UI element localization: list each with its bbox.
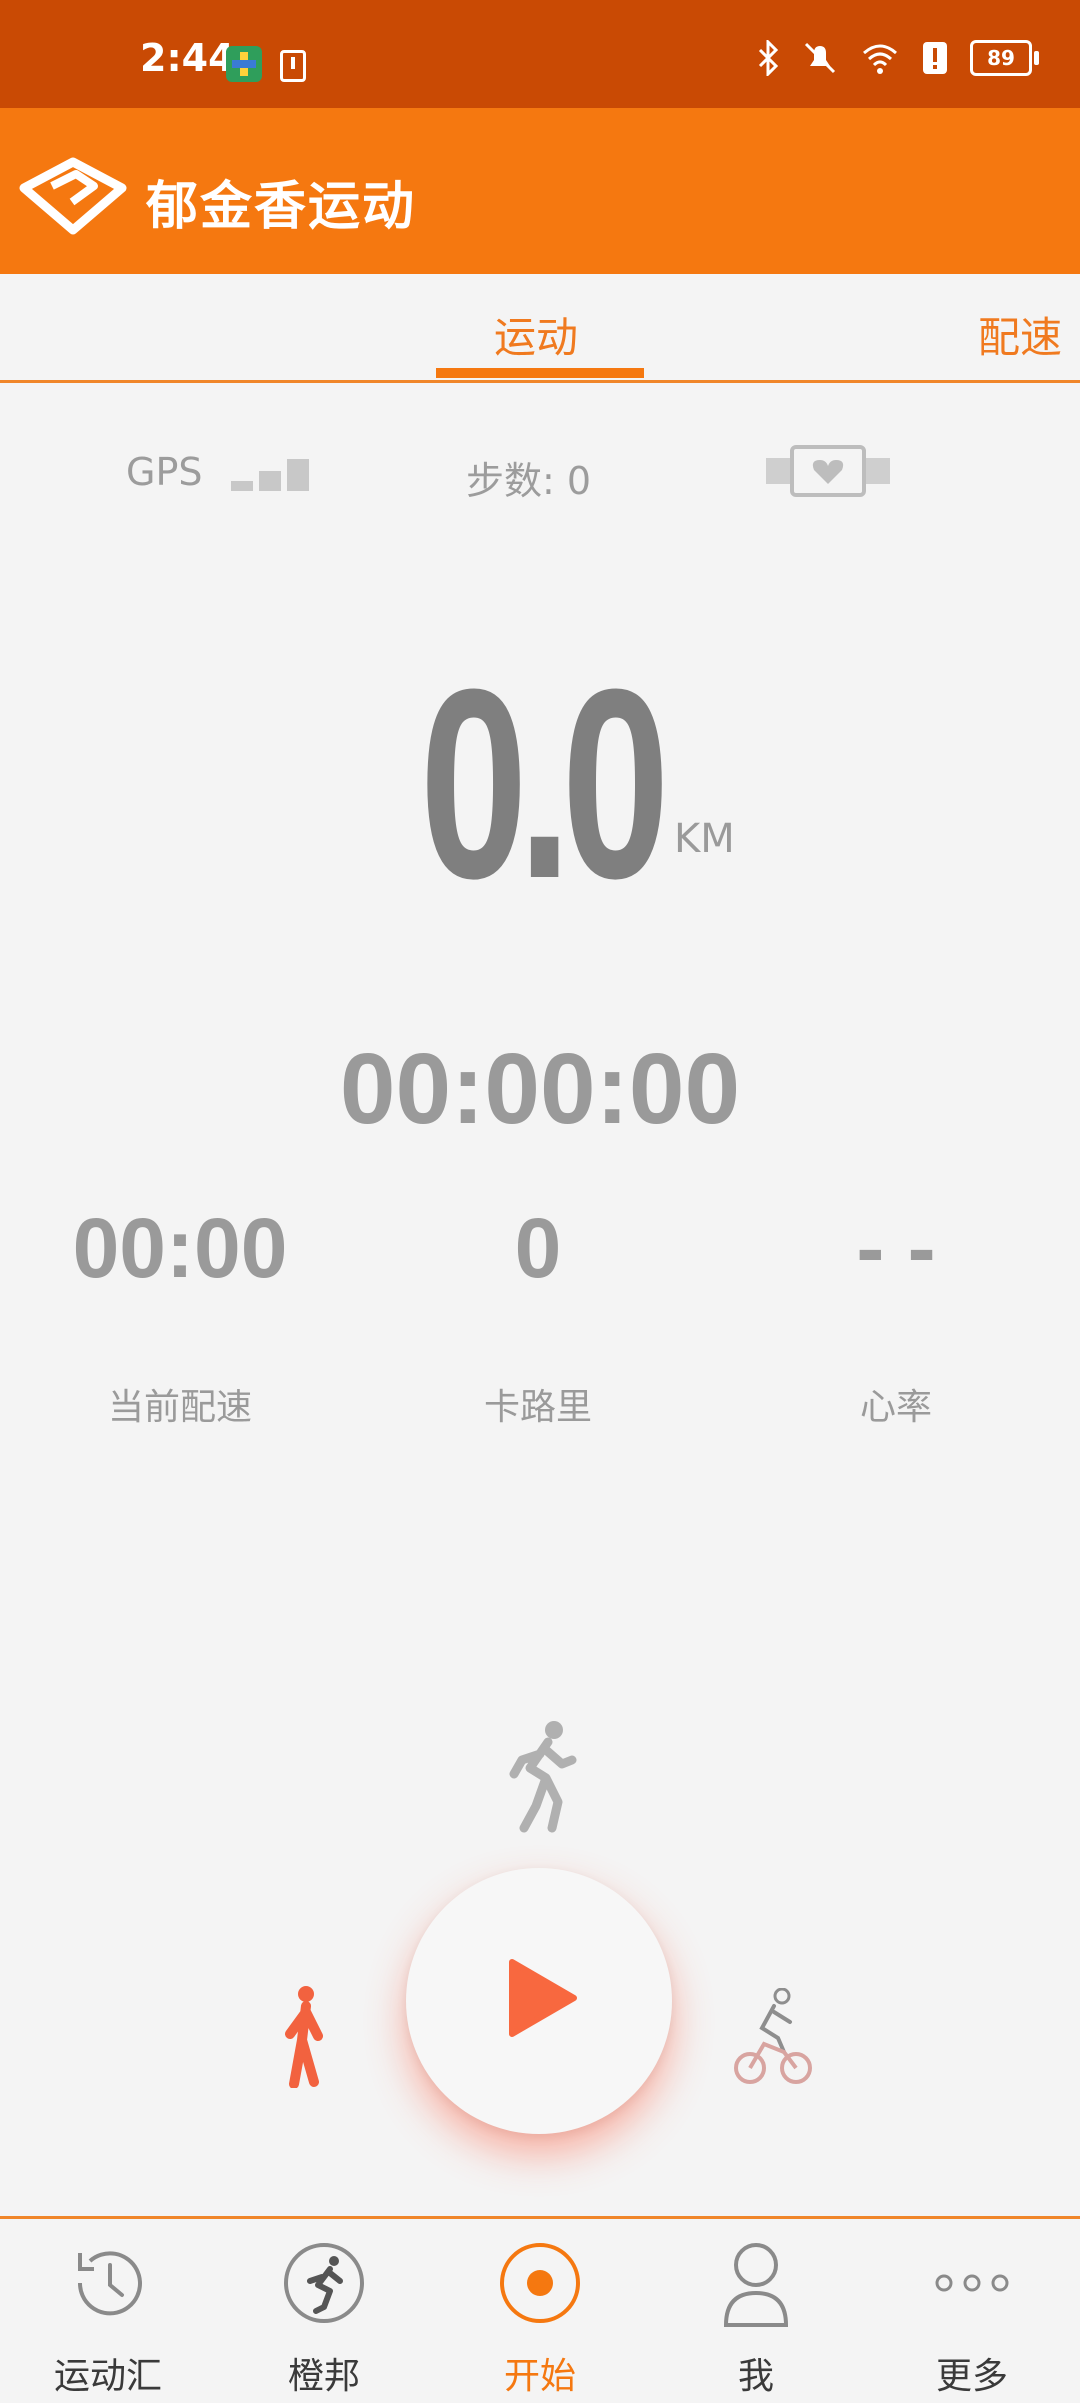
person-icon xyxy=(723,2243,789,2327)
pace-label: 当前配速 xyxy=(107,1387,252,1428)
app-notification-icon xyxy=(226,46,262,82)
app-logo-icon xyxy=(19,157,127,235)
nav-history-label: 运动汇 xyxy=(53,2356,162,2397)
battery-indicator: 89 xyxy=(970,40,1039,76)
heart-rate-label: 心率 xyxy=(859,1387,932,1428)
tab-bar: 运动 配速 xyxy=(0,274,1080,383)
tab-pace[interactable]: 配速 xyxy=(978,304,1062,365)
steps-value: 0 xyxy=(566,459,592,503)
status-bar: 2:44 89 xyxy=(0,0,1080,108)
nav-orange-club-label: 橙邦 xyxy=(287,2356,360,2397)
distance-value: 0.0 xyxy=(419,634,670,935)
gps-signal-icon xyxy=(230,458,309,491)
status-icons: 89 xyxy=(756,40,1039,76)
nav-start[interactable]: 开始 xyxy=(432,2219,648,2403)
wifi-icon xyxy=(863,44,897,74)
tab-sport[interactable]: 运动 xyxy=(494,304,578,365)
steps-label: 步数: xyxy=(466,459,555,503)
run-icon[interactable] xyxy=(500,1720,580,1840)
nav-start-label: 开始 xyxy=(503,2356,576,2397)
alert-icon xyxy=(923,42,947,74)
calories-value: 0 xyxy=(514,1201,562,1295)
nav-more[interactable]: 更多 xyxy=(864,2219,1080,2403)
gps-indicator: GPS xyxy=(126,450,319,495)
more-dots-icon xyxy=(935,2274,1009,2292)
gps-label: GPS xyxy=(126,450,203,494)
bottom-nav: 运动汇 橙邦 开始 我 更多 xyxy=(0,2216,1080,2403)
distance-unit: KM xyxy=(674,816,735,862)
play-icon xyxy=(509,1959,577,2037)
steps-indicator: 步数: 0 xyxy=(466,450,591,505)
heart-rate-value: - - xyxy=(856,1201,936,1295)
distance-display: 0.0 KM xyxy=(0,650,1080,920)
pace-value: 00:00 xyxy=(72,1201,288,1295)
bike-icon[interactable] xyxy=(734,1988,812,2092)
nav-history[interactable]: 运动汇 xyxy=(0,2219,216,2403)
walk-icon[interactable] xyxy=(280,1984,330,2088)
bluetooth-icon xyxy=(758,40,779,76)
mute-bell-icon xyxy=(804,42,836,74)
history-clock-icon xyxy=(77,2251,142,2316)
nav-me-label: 我 xyxy=(737,2356,774,2397)
indicator-row: GPS 步数: 0 xyxy=(0,430,1080,510)
nav-me[interactable]: 我 xyxy=(648,2219,864,2403)
nav-more-label: 更多 xyxy=(935,2356,1008,2397)
duration-value: 00:00:00 xyxy=(339,1033,741,1145)
calories-label: 卡路里 xyxy=(483,1387,592,1428)
app-title: 郁金香运动 xyxy=(146,177,417,237)
start-button[interactable] xyxy=(406,1868,672,2134)
tab-active-indicator xyxy=(436,368,644,378)
record-icon xyxy=(500,2243,580,2323)
heart-rate-band-icon xyxy=(766,445,890,497)
battery-alert-icon xyxy=(280,50,306,82)
app-bar: 郁金香运动 xyxy=(0,108,1080,274)
status-time: 2:44 xyxy=(140,36,235,80)
nav-orange-club[interactable]: 橙邦 xyxy=(216,2219,432,2403)
runner-circle-icon xyxy=(284,2243,364,2323)
